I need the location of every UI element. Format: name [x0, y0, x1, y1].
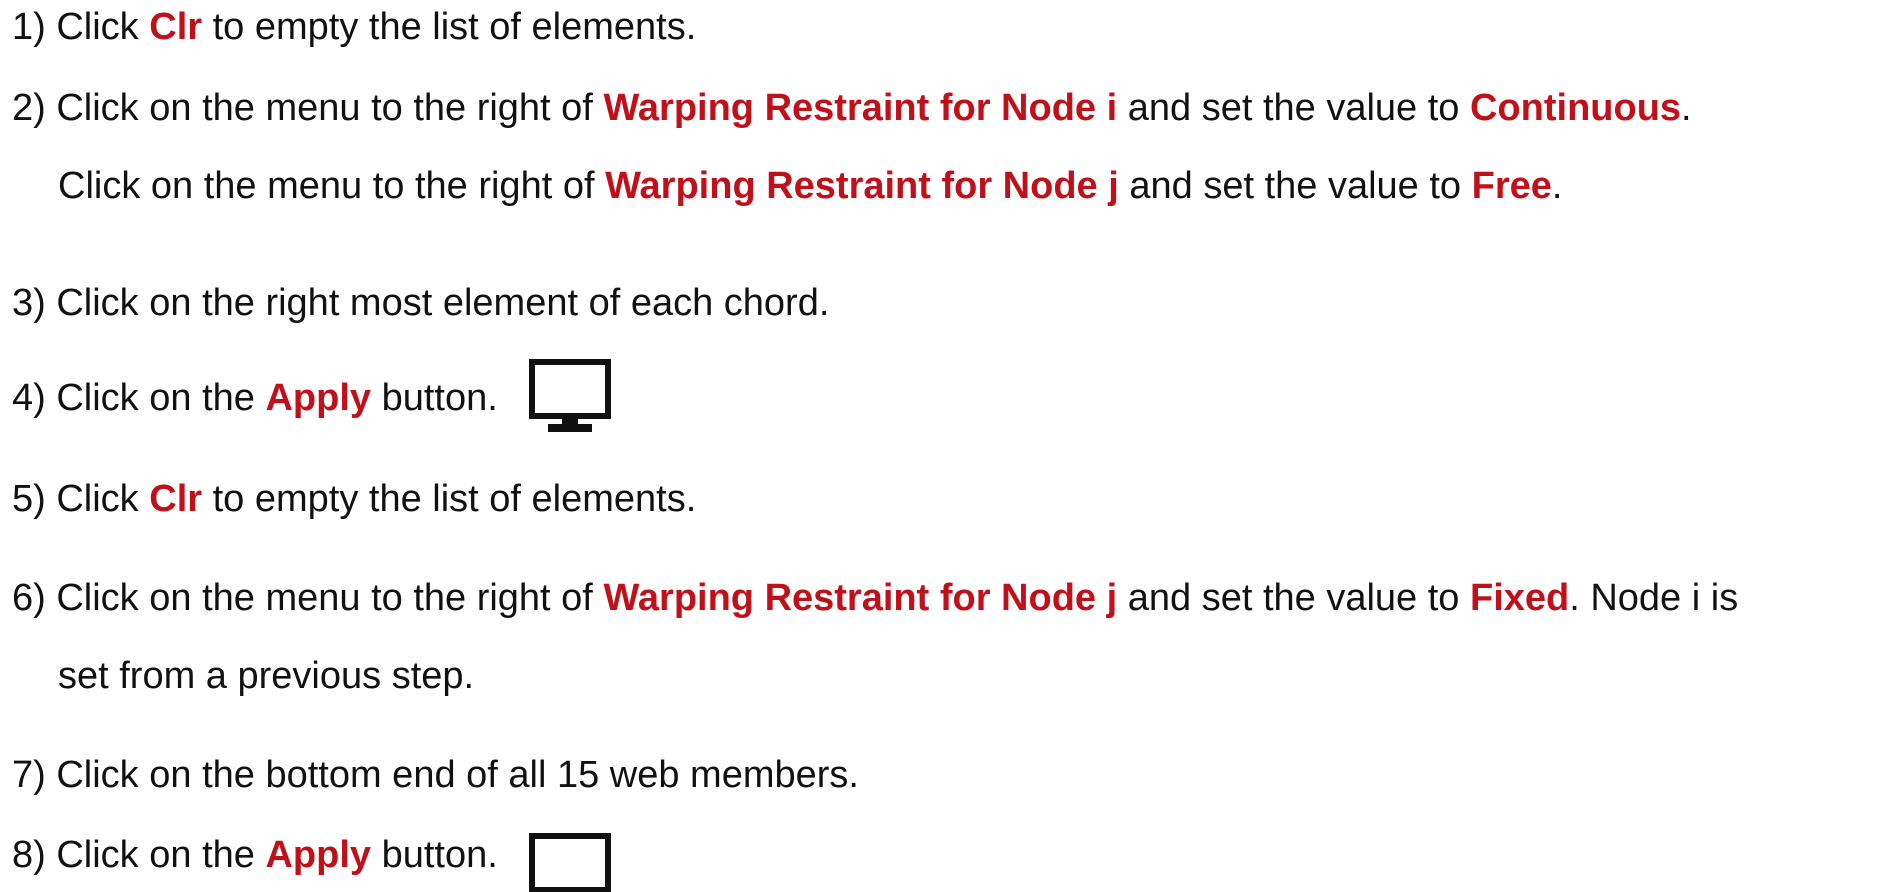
- apply-keyword: Apply: [265, 377, 372, 419]
- monitor-icon: [528, 358, 614, 438]
- step-text: to empty the list of elements.: [202, 478, 697, 520]
- step-number: 5): [12, 478, 46, 520]
- step-text: Click on the menu to the right of: [56, 577, 604, 619]
- step-number: 7): [12, 754, 46, 796]
- step-8: 8) Click on the Apply button.: [12, 832, 614, 892]
- step-number: 1): [12, 6, 46, 48]
- free-keyword: Free: [1471, 165, 1552, 207]
- step-text: Click on the menu to the right of: [56, 87, 604, 129]
- step-text: .: [1681, 87, 1692, 129]
- step-text: Click: [56, 6, 150, 48]
- step-4: 4) Click on the Apply button.: [12, 358, 614, 438]
- continuous-keyword: Continuous: [1469, 87, 1682, 129]
- step-6: 6) Click on the menu to the right of War…: [12, 575, 1738, 621]
- step-text: to empty the list of elements.: [202, 6, 697, 48]
- step-2-continuation: Click on the menu to the right of Warpin…: [58, 163, 1562, 209]
- warping-node-j-keyword: Warping Restraint for Node j: [603, 577, 1118, 619]
- step-text: and set the value to: [1117, 87, 1470, 129]
- monitor-icon: [528, 832, 614, 892]
- step-text: Click on the: [56, 834, 266, 876]
- step-text: Click on the: [56, 377, 266, 419]
- apply-keyword: Apply: [265, 834, 372, 876]
- warping-node-i-keyword: Warping Restraint for Node i: [603, 87, 1118, 129]
- step-text: and set the value to: [1118, 165, 1472, 207]
- step-text: .: [1551, 165, 1563, 207]
- step-text: Click on the right most element of each …: [56, 282, 830, 324]
- step-5: 5) Click Clr to empty the list of elemen…: [12, 476, 696, 522]
- step-3: 3) Click on the right most element of ea…: [12, 280, 829, 326]
- step-text: Click: [56, 478, 150, 520]
- clr-keyword: Clr: [149, 478, 203, 520]
- warping-node-j-keyword: Warping Restraint for Node j: [605, 165, 1119, 207]
- step-7: 7) Click on the bottom end of all 15 web…: [12, 752, 859, 798]
- step-number: 2): [12, 87, 46, 129]
- step-text: and set the value to: [1117, 577, 1470, 619]
- step-text: Click on the bottom end of all 15 web me…: [56, 754, 859, 796]
- clr-keyword: Clr: [149, 6, 203, 48]
- step-number: 8): [12, 834, 46, 876]
- fixed-keyword: Fixed: [1469, 577, 1570, 619]
- step-number: 4): [12, 377, 46, 419]
- step-number: 3): [12, 282, 46, 324]
- step-text: button.: [371, 377, 498, 419]
- step-number: 6): [12, 577, 46, 619]
- step-2: 2) Click on the menu to the right of War…: [12, 85, 1692, 131]
- step-6-continuation: set from a previous step.: [58, 653, 474, 699]
- step-1: 1) Click Clr to empty the list of elemen…: [12, 4, 696, 50]
- step-text: Click on the menu to the right of: [58, 165, 606, 207]
- step-text: . Node i is: [1569, 577, 1739, 619]
- step-text: button.: [371, 834, 498, 876]
- step-text: set from a previous step.: [58, 655, 475, 697]
